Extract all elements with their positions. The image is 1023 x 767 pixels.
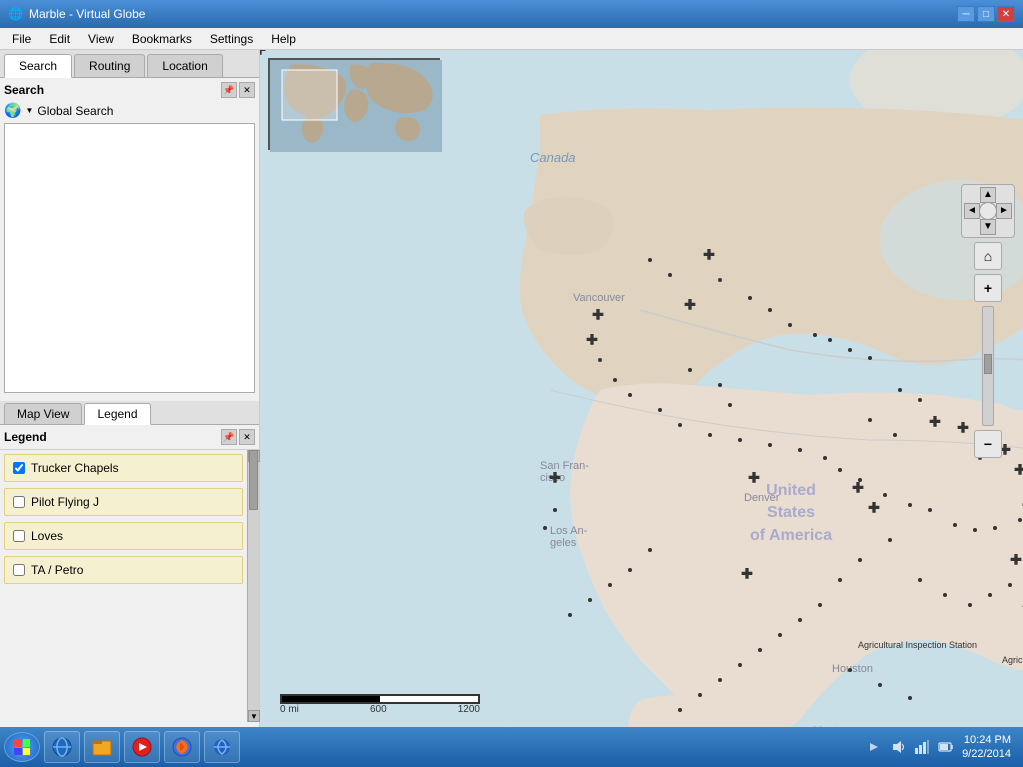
date-display: 9/22/2014 [962, 747, 1011, 761]
taskbar-media[interactable] [124, 731, 160, 763]
trucker-chapels-label: Trucker Chapels [31, 461, 119, 475]
menu-help[interactable]: Help [263, 30, 304, 48]
search-header: Search 📌 ✕ [4, 82, 255, 98]
legend-label: Legend [4, 430, 47, 444]
zoom-slider[interactable] [982, 306, 994, 426]
trucker-chapels-checkbox[interactable] [13, 462, 25, 474]
app-icon: 🌐 [8, 7, 23, 21]
scale-label-left: 0 mi [280, 704, 299, 715]
menu-bar: File Edit View Bookmarks Settings Help [0, 28, 1023, 50]
inspection-label-3: Agricultural Inspection Station [1002, 655, 1023, 665]
menu-settings[interactable]: Settings [202, 30, 261, 48]
tab-routing[interactable]: Routing [74, 54, 145, 77]
search-close-button[interactable]: ✕ [239, 82, 255, 98]
nav-pad: ▲ ◄ ► ▼ [961, 184, 1015, 238]
taskbar-firefox[interactable] [164, 731, 200, 763]
legend-item-trucker-chapels: Trucker Chapels [4, 454, 243, 482]
search-section: Search 📌 ✕ 🌍 ▼ Global Search [0, 78, 259, 401]
nav-down-button[interactable]: ▼ [980, 219, 996, 235]
taskbar-explorer[interactable] [84, 731, 120, 763]
start-button[interactable] [4, 732, 40, 762]
globe-icon: 🌍 [4, 102, 21, 119]
loves-checkbox[interactable] [13, 530, 25, 542]
scale-bar: 0 mi 600 1200 [280, 694, 480, 715]
legend-close-button[interactable]: ✕ [239, 429, 255, 445]
home-button[interactable]: ⌂ [974, 242, 1002, 270]
time-display: 10:24 PM [962, 733, 1011, 747]
nav-left-button[interactable]: ◄ [964, 203, 980, 219]
battery-icon[interactable] [938, 739, 954, 755]
global-search-row: 🌍 ▼ Global Search [4, 102, 255, 119]
tab-search[interactable]: Search [4, 54, 72, 78]
pilot-flying-j-label: Pilot Flying J [31, 495, 99, 509]
mini-map-svg [270, 60, 442, 152]
title-bar: 🌐 Marble - Virtual Globe ─ □ ✕ [0, 0, 1023, 28]
tab-map-view[interactable]: Map View [4, 403, 82, 424]
ta-petro-label: TA / Petro [31, 563, 83, 577]
loves-label: Loves [31, 529, 63, 543]
nav-up-button[interactable]: ▲ [980, 187, 996, 203]
scale-label-right: 1200 [458, 704, 480, 715]
tab-legend[interactable]: Legend [84, 403, 150, 425]
network-tray-icon[interactable] [914, 739, 930, 755]
menu-view[interactable]: View [80, 30, 122, 48]
legend-header: Legend 📌 ✕ [0, 425, 259, 450]
inspection-label-1: Agricultural Inspection Station [858, 640, 977, 650]
legend-item-loves: Loves [4, 522, 243, 550]
scale-bar-graphic [280, 694, 480, 704]
ta-petro-checkbox[interactable] [13, 564, 25, 576]
maximize-button[interactable]: □ [977, 6, 995, 22]
close-button[interactable]: ✕ [997, 6, 1015, 22]
legend-scrollbar[interactable]: ▲ ▼ [247, 450, 259, 722]
legend-section: Legend 📌 ✕ Trucker Chapels Pilot Flying … [0, 425, 259, 727]
search-label: Search [4, 83, 44, 97]
map-area[interactable]: Canada UnitedStatesof America Vancouver … [260, 50, 1023, 727]
menu-bookmarks[interactable]: Bookmarks [124, 30, 200, 48]
search-results-panel [4, 123, 255, 393]
pilot-flying-j-checkbox[interactable] [13, 496, 25, 508]
legend-pin-button[interactable]: 📌 [221, 429, 237, 445]
taskbar-network[interactable] [204, 731, 240, 763]
minimize-button[interactable]: ─ [957, 6, 975, 22]
legend-scroll-thumb[interactable] [249, 450, 258, 510]
global-search-label: Global Search [37, 104, 113, 118]
nav-right-button[interactable]: ► [996, 203, 1012, 219]
menu-edit[interactable]: Edit [41, 30, 78, 48]
taskbar-ie[interactable] [44, 731, 80, 763]
clock: 10:24 PM 9/22/2014 [962, 733, 1011, 762]
app-title-text: Marble - Virtual Globe [29, 7, 146, 21]
mini-map[interactable] [268, 58, 440, 150]
system-tray: 10:24 PM 9/22/2014 [866, 733, 1019, 762]
app-title: 🌐 Marble - Virtual Globe [8, 7, 145, 21]
volume-icon[interactable] [890, 739, 906, 755]
left-panel: Search Routing Location Search 📌 ✕ 🌍 ▼ G… [0, 50, 260, 727]
tab-location[interactable]: Location [147, 54, 222, 77]
legend-item-ta-petro: TA / Petro [4, 556, 243, 584]
legend-scroll-area: Trucker Chapels Pilot Flying J Loves TA … [0, 450, 259, 722]
tab-bar: Search Routing Location [0, 50, 259, 78]
search-header-buttons: 📌 ✕ [221, 82, 255, 98]
bottom-tab-bar: Map View Legend [0, 401, 259, 425]
window-controls: ─ □ ✕ [957, 6, 1015, 22]
search-type-dropdown[interactable]: ▼ [25, 106, 33, 115]
search-pin-button[interactable]: 📌 [221, 82, 237, 98]
scale-label-mid: 600 [370, 704, 387, 715]
taskbar: 10:24 PM 9/22/2014 [0, 727, 1023, 767]
zoom-out-button[interactable]: − [974, 430, 1002, 458]
legend-item-pilot-flying-j: Pilot Flying J [4, 488, 243, 516]
nav-center-button[interactable] [979, 202, 997, 220]
legend-header-buttons: 📌 ✕ [221, 429, 255, 445]
scale-bar-labels: 0 mi 600 1200 [280, 704, 480, 715]
zoom-in-button[interactable]: + [974, 274, 1002, 302]
legend-scroll-down[interactable]: ▼ [248, 710, 260, 722]
tray-hide-icon[interactable] [866, 739, 882, 755]
menu-file[interactable]: File [4, 30, 39, 48]
map-controls: ▲ ◄ ► ▼ ⌂ + − [961, 184, 1015, 458]
zoom-slider-thumb[interactable] [984, 354, 992, 374]
legend-items: Trucker Chapels Pilot Flying J Loves TA … [0, 450, 247, 722]
main-content: Search Routing Location Search 📌 ✕ 🌍 ▼ G… [0, 50, 1023, 727]
